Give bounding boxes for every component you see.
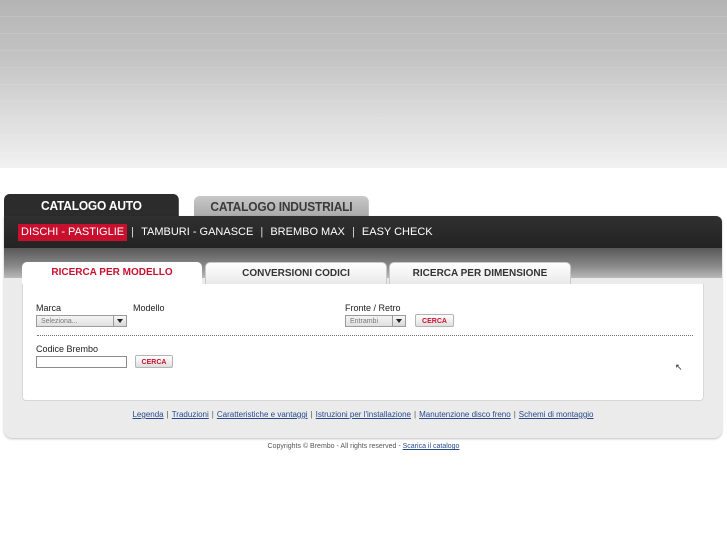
link-istruzioni[interactable]: Istruzioni per l'installazione [316, 410, 411, 419]
subnav-separator: | [351, 226, 355, 238]
subnav-bar: DISCHI - PASTIGLIE | TAMBURI - GANASCE |… [4, 216, 722, 248]
tab-catalogo-auto[interactable]: CATALOGO AUTO [4, 194, 179, 217]
codice-brembo-label: Codice Brembo [36, 344, 99, 354]
cerca-codice-button[interactable]: CERCA [135, 355, 173, 368]
subnav-item-brembo-max[interactable]: BREMBO MAX [267, 224, 348, 241]
link-separator: | [513, 410, 516, 419]
link-separator: | [211, 410, 214, 419]
link-legenda[interactable]: Legenda [132, 410, 163, 419]
link-separator: | [166, 410, 169, 419]
link-schemi[interactable]: Schemi di montaggio [519, 410, 594, 419]
link-separator: | [414, 410, 417, 419]
chevron-down-icon[interactable] [392, 316, 405, 326]
subnav-item-tamburi-ganasce[interactable]: TAMBURI - GANASCE [138, 224, 256, 241]
fronte-retro-label: Fronte / Retro [345, 303, 401, 313]
search-form: Marca Seleziona... Modello Fronte / Retr… [22, 284, 704, 401]
codice-brembo-input[interactable] [36, 356, 127, 368]
marca-label: Marca [36, 303, 62, 313]
subnav-separator: | [131, 226, 135, 238]
marca-select-value: Seleziona... [41, 318, 78, 325]
tab-ricerca-per-dimensione[interactable]: RICERCA PER DIMENSIONE [389, 262, 571, 284]
tab-catalogo-industriali[interactable]: CATALOGO INDUSTRIALI [194, 196, 369, 217]
subnav-item-dischi-pastiglie[interactable]: DISCHI - PASTIGLIE [18, 224, 128, 241]
pointer-cursor-icon: ↖ [675, 362, 683, 372]
main-panel: DISCHI - PASTIGLIE | TAMBURI - GANASCE |… [4, 216, 722, 438]
subnav-items: DISCHI - PASTIGLIE | TAMBURI - GANASCE |… [18, 224, 436, 241]
link-traduzioni[interactable]: Traduzioni [172, 410, 209, 419]
subnav-item-easy-check[interactable]: EASY CHECK [359, 224, 436, 241]
copyright-text: Copyrights © Brembo - All rights reserve… [267, 443, 403, 450]
header-background [0, 0, 727, 168]
link-manutenzione[interactable]: Manutenzione disco freno [419, 410, 511, 419]
cerca-modello-button[interactable]: CERCA [415, 314, 454, 327]
modello-label: Modello [133, 303, 165, 313]
copyright-footer: Copyrights © Brembo - All rights reserve… [0, 443, 727, 450]
tab-ricerca-per-modello[interactable]: RICERCA PER MODELLO [22, 262, 202, 284]
chevron-down-icon[interactable] [113, 316, 126, 326]
subnav-separator: | [260, 226, 264, 238]
search-tabs: RICERCA PER MODELLO CONVERSIONI CODICI R… [22, 262, 702, 284]
divider [37, 335, 693, 336]
tab-conversioni-codici[interactable]: CONVERSIONI CODICI [205, 262, 387, 284]
link-caratteristiche[interactable]: Caratteristiche e vantaggi [217, 410, 308, 419]
link-separator: | [310, 410, 313, 419]
scarica-catalogo-link[interactable]: Scarica il catalogo [403, 443, 460, 450]
fronte-retro-select-value: Entrambi [350, 318, 379, 325]
catalog-tabs: CATALOGO INDUSTRIALI CATALOGO AUTO [4, 194, 724, 217]
marca-select[interactable]: Seleziona... [36, 315, 127, 327]
fronte-retro-select[interactable]: Entrambi [345, 315, 406, 327]
footer-links: Legenda | Traduzioni | Caratteristiche e van… [4, 410, 722, 419]
